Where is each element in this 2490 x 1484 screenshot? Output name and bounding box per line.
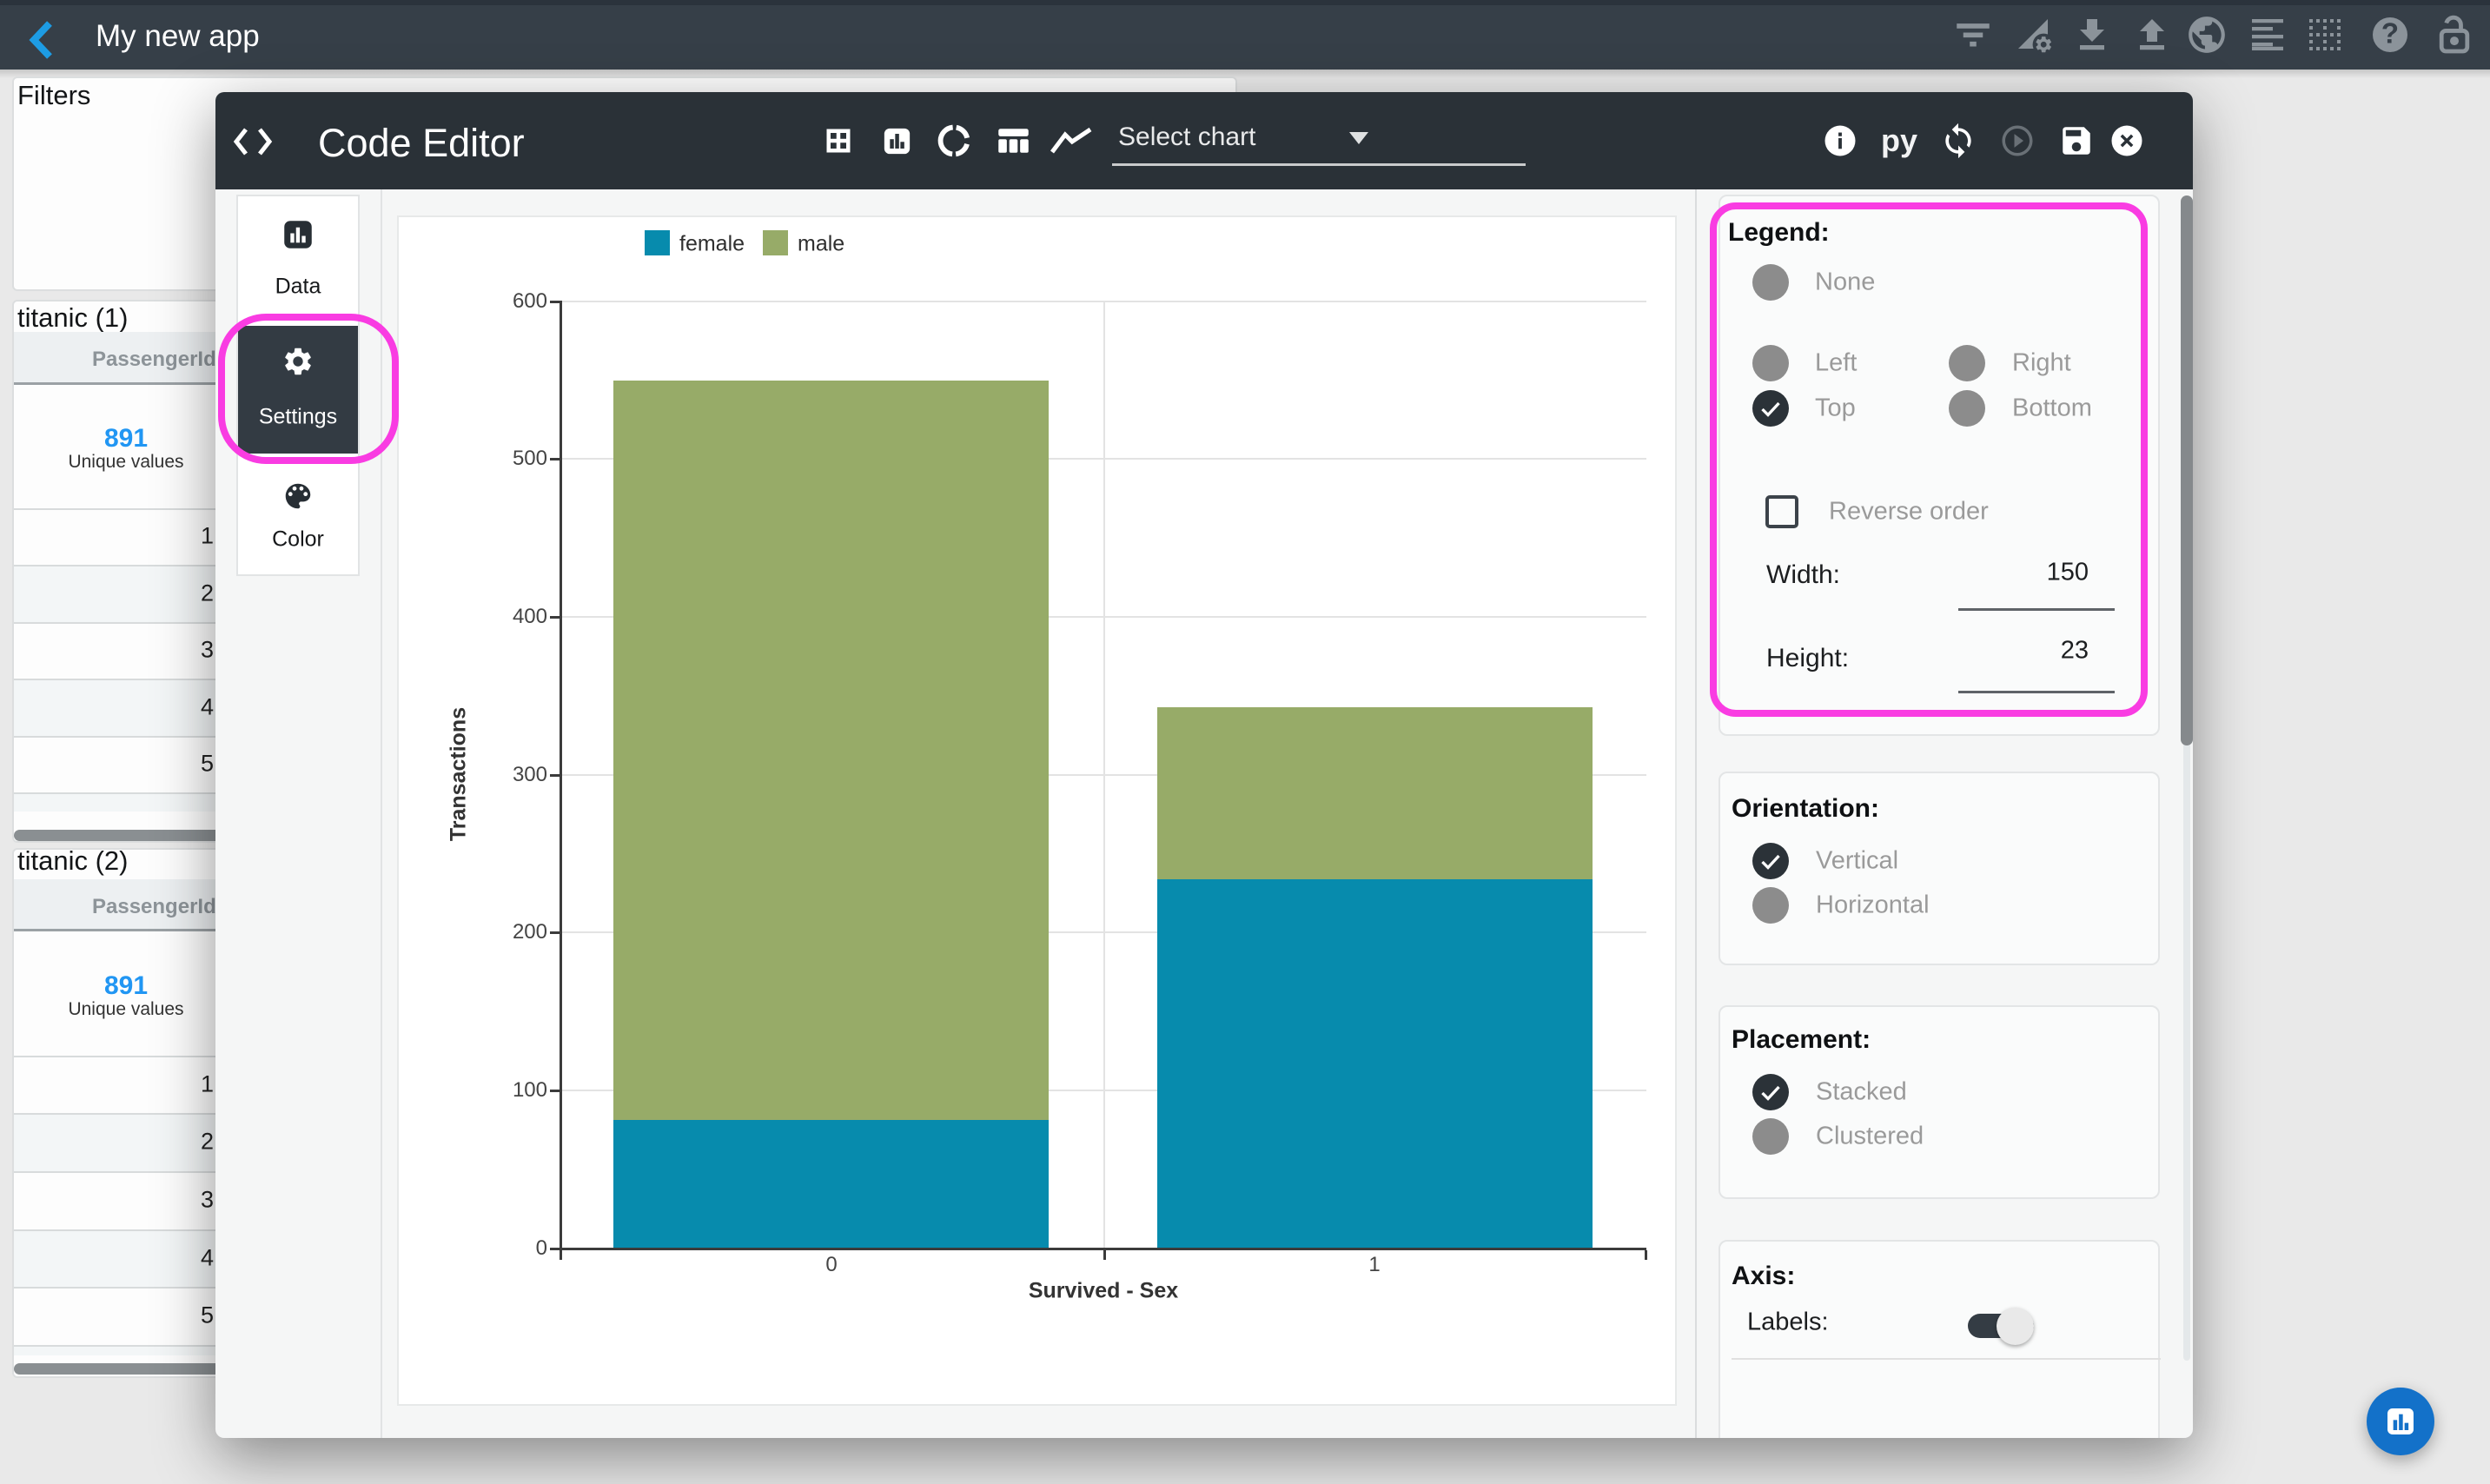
svg-text:?: ? — [2381, 17, 2399, 50]
